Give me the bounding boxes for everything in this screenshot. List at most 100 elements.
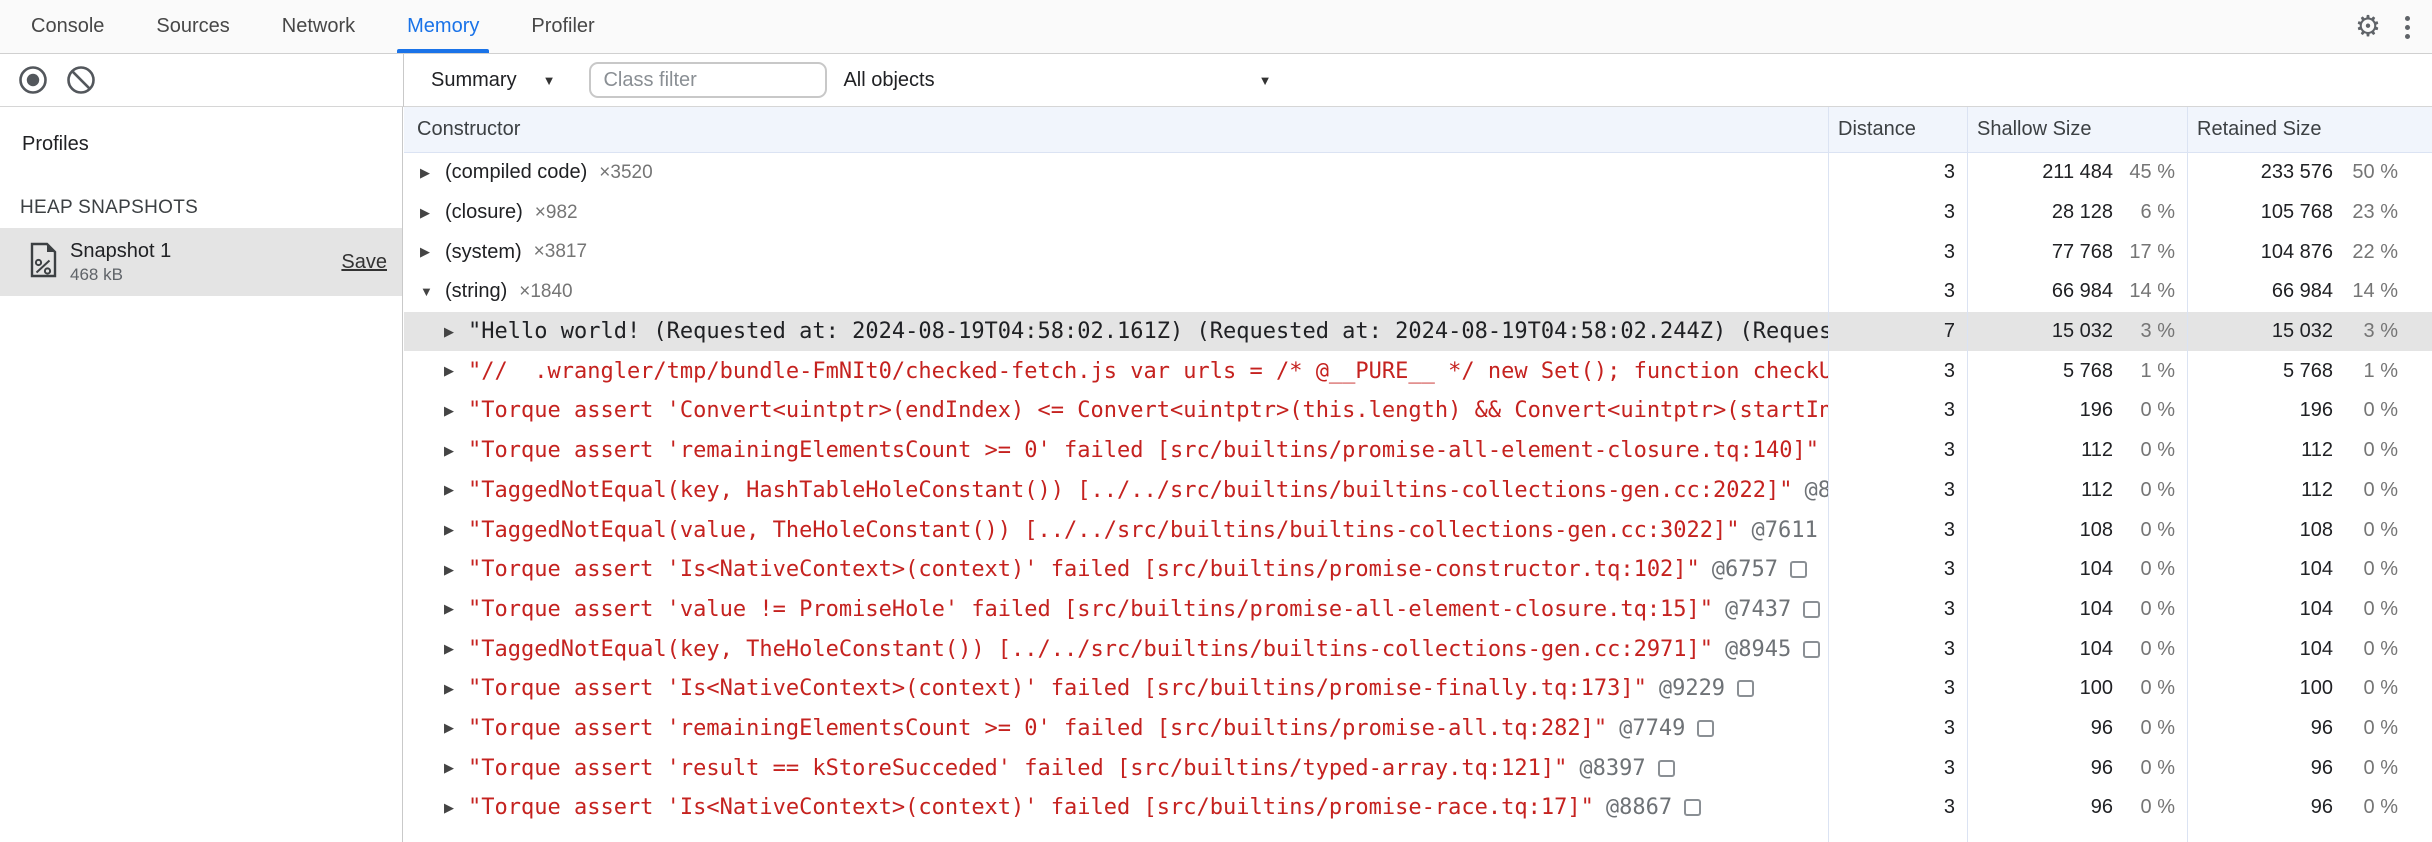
retained-size-cell: 196 0 % xyxy=(2187,391,2432,431)
expander-collapsed-icon[interactable]: ▶ xyxy=(444,760,462,776)
constructor-cell: ▶ "Torque assert 'remainingElementsCount … xyxy=(404,431,1828,471)
table-row[interactable]: ▶ "Hello world! (Requested at: 2024-08-19… xyxy=(404,311,2432,352)
shallow-size-percent: 1 % xyxy=(2140,359,2175,382)
retained-size-value: 104 xyxy=(2299,558,2333,581)
expander-collapsed-icon[interactable]: ▶ xyxy=(444,800,462,816)
table-row[interactable]: ▶ "// .wrangler/tmp/bundle-FmNIt0/checked… xyxy=(404,351,2432,391)
distance-value: 3 xyxy=(1943,597,1955,620)
column-header-constructor[interactable]: Constructor xyxy=(404,118,1828,141)
string-value: "// .wrangler/tmp/bundle-FmNIt0/checked-… xyxy=(468,358,1828,384)
retained-size-cell: 15 032 3 % xyxy=(2187,312,2432,352)
expander-collapsed-icon[interactable]: ▶ xyxy=(444,482,462,498)
constructor-cell: ▶ "Torque assert 'value != PromiseHole' f… xyxy=(404,590,1828,630)
table-row[interactable]: ▶ "Torque assert 'Convert<uintptr>(endInd… xyxy=(404,391,2432,431)
retained-size-cell: 112 0 % xyxy=(2187,431,2432,471)
constructor-cell: ▶ (closure) ×982 xyxy=(404,193,1828,233)
reveal-object-icon[interactable] xyxy=(1697,719,1715,737)
reveal-object-icon[interactable] xyxy=(1803,600,1821,618)
retained-size-cell: 112 0 % xyxy=(2187,471,2432,511)
reveal-object-icon[interactable] xyxy=(1737,680,1755,698)
string-value: "Hello world! (Requested at: 2024-08-19T… xyxy=(468,319,1828,345)
retained-size-cell: 5 768 1 % xyxy=(2187,351,2432,391)
expander-collapsed-icon[interactable]: ▶ xyxy=(444,363,462,379)
retained-size-value: 233 576 xyxy=(2260,161,2333,184)
shallow-size-percent: 3 % xyxy=(2140,320,2175,343)
tab-network[interactable]: Network xyxy=(256,0,381,53)
sidebar-item-snapshot-1[interactable]: Snapshot 1 468 kB Save xyxy=(0,228,402,296)
clear-profiles-icon[interactable] xyxy=(64,63,98,97)
table-row[interactable]: ▶ "Torque assert 'Is<NativeContext>(conte… xyxy=(404,788,2432,828)
tab-sources[interactable]: Sources xyxy=(130,0,255,53)
expander-collapsed-icon[interactable]: ▶ xyxy=(444,601,462,617)
expander-collapsed-icon[interactable]: ▶ xyxy=(444,641,462,657)
table-row[interactable]: ▶ "Torque assert 'Is<NativeContext>(conte… xyxy=(404,550,2432,590)
table-row[interactable]: ▶ "Torque assert 'remainingElementsCount … xyxy=(404,431,2432,471)
column-header-retained-size[interactable]: Retained Size xyxy=(2187,118,2432,141)
tab-profiler[interactable]: Profiler xyxy=(505,0,620,53)
retained-size-value: 108 xyxy=(2299,518,2333,541)
table-row[interactable]: ▶ (system) ×3817 3 77 768 17 % 104 876 22 % xyxy=(404,232,2432,272)
expander-collapsed-icon[interactable]: ▶ xyxy=(444,403,462,419)
reveal-object-icon[interactable] xyxy=(1684,799,1702,817)
perspective-select[interactable]: Summary ▼ xyxy=(431,69,555,92)
table-row[interactable]: ▶ "Torque assert 'remainingElementsCount … xyxy=(404,709,2432,749)
chevron-down-icon: ▼ xyxy=(1258,72,1272,88)
shallow-size-cell: 108 0 % xyxy=(1967,510,2187,550)
retained-size-cell: 105 768 23 % xyxy=(2187,193,2432,233)
class-filter-input[interactable] xyxy=(589,62,828,98)
tab-memory[interactable]: Memory xyxy=(381,0,505,53)
expander-collapsed-icon[interactable]: ▶ xyxy=(444,562,462,578)
column-header-shallow-size[interactable]: Shallow Size xyxy=(1967,118,2187,141)
retained-size-value: 96 xyxy=(2310,716,2333,739)
distance-value: 3 xyxy=(1943,359,1955,382)
constructor-cell: ▶ "Torque assert 'Is<NativeContext>(conte… xyxy=(404,669,1828,709)
reveal-object-icon[interactable] xyxy=(1790,561,1808,579)
shallow-size-cell: 104 0 % xyxy=(1967,550,2187,590)
expander-collapsed-icon[interactable]: ▶ xyxy=(444,681,462,697)
more-options-icon[interactable] xyxy=(2397,12,2418,43)
expander-expanded-icon[interactable]: ▼ xyxy=(420,284,438,299)
expander-collapsed-icon[interactable]: ▶ xyxy=(420,165,438,181)
table-row[interactable]: ▶ "Torque assert 'Is<NativeContext>(conte… xyxy=(404,669,2432,709)
table-row[interactable]: ▼ (string) ×1840 3 66 984 14 % 66 984 14 % xyxy=(404,272,2432,312)
constructor-cell: ▶ (compiled code) ×3520 xyxy=(404,153,1828,193)
string-value: "Torque assert 'Convert<uintptr>(endInde… xyxy=(468,398,1828,424)
expander-collapsed-icon[interactable]: ▶ xyxy=(420,205,438,221)
expander-collapsed-icon[interactable]: ▶ xyxy=(444,324,462,340)
settings-gear-icon[interactable]: ⚙ xyxy=(2355,12,2381,42)
table-row[interactable]: ▶ (compiled code) ×3520 3 211 484 45 % 233 576… xyxy=(404,153,2432,193)
table-row[interactable]: ▶ "Torque assert 'result == kStoreSuccede… xyxy=(404,748,2432,788)
reveal-object-icon[interactable] xyxy=(1657,759,1675,777)
distance-cell: 3 xyxy=(1828,153,1967,193)
reveal-object-icon[interactable] xyxy=(1803,640,1821,658)
table-row[interactable]: ▶ (closure) ×982 3 28 128 6 % 105 768 23 % xyxy=(404,193,2432,233)
retained-size-percent: 23 % xyxy=(2352,201,2398,224)
constructor-cell: ▶ "TaggedNotEqual(key, HashTableHoleConst… xyxy=(404,471,1828,511)
retained-size-percent: 0 % xyxy=(2363,677,2398,700)
table-row[interactable]: ▶ "Torque assert 'value != PromiseHole' f… xyxy=(404,590,2432,630)
table-row[interactable]: ▶ "TaggedNotEqual(key, TheHoleConstant())… xyxy=(404,629,2432,669)
tab-console[interactable]: Console xyxy=(5,0,130,53)
distance-value: 3 xyxy=(1943,240,1955,263)
expander-collapsed-icon[interactable]: ▶ xyxy=(444,720,462,736)
retained-size-value: 112 xyxy=(2301,478,2333,501)
save-link[interactable]: Save xyxy=(341,251,387,274)
table-row[interactable]: ▶ "TaggedNotEqual(value, TheHoleConstant(… xyxy=(404,510,2432,550)
expander-collapsed-icon[interactable]: ▶ xyxy=(444,522,462,538)
shallow-size-percent: 0 % xyxy=(2140,558,2175,581)
objects-scope-select[interactable]: All objects ▼ xyxy=(843,69,1271,92)
retained-size-percent: 0 % xyxy=(2363,399,2398,422)
constructor-name: (compiled code) xyxy=(445,161,588,184)
distance-cell: 3 xyxy=(1828,391,1967,431)
shallow-size-cell: 77 768 17 % xyxy=(1967,232,2187,272)
shallow-size-value: 112 xyxy=(2081,478,2113,501)
record-heap-snapshot-icon[interactable] xyxy=(16,63,50,97)
expander-collapsed-icon[interactable]: ▶ xyxy=(444,443,462,459)
shallow-size-value: 5 768 xyxy=(2062,359,2113,382)
expander-collapsed-icon[interactable]: ▶ xyxy=(420,244,438,260)
column-header-distance[interactable]: Distance xyxy=(1828,118,1967,141)
string-value: "Torque assert 'Is<NativeContext>(contex… xyxy=(468,676,1647,702)
shallow-size-percent: 6 % xyxy=(2140,201,2175,224)
table-row[interactable]: ▶ "TaggedNotEqual(key, HashTableHoleConst… xyxy=(404,471,2432,511)
object-address: @7749 xyxy=(1619,715,1686,741)
